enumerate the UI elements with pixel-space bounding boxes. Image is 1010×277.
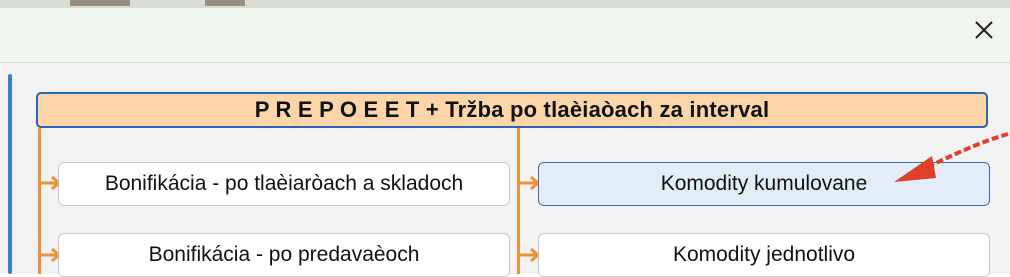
- komodity-kumulovane-label: Komodity kumulovane: [660, 172, 868, 195]
- red-arrow-icon: [894, 132, 1009, 182]
- komodity-jednotlivo-label: Komodity jednotlivo: [672, 243, 856, 266]
- report-header[interactable]: P R E P O E E T + Tržba po tlaèiaòach za…: [36, 92, 988, 128]
- report-header-label: P R E P O E E T + Tržba po tlaèiaòach za…: [254, 97, 770, 122]
- bonifikacia-tlaciarne-button[interactable]: Bonifikácia - po tlaèiaròach a skladoch: [58, 162, 510, 206]
- bonifikacia-tlaciarne-label: Bonifikácia - po tlaèiaròach a skladoch: [104, 172, 464, 195]
- bonifikacia-predavace-button[interactable]: Bonifikácia - po predavaèoch: [58, 233, 510, 277]
- bonifikacia-predavace-label: Bonifikácia - po predavaèoch: [148, 243, 420, 266]
- left-rail: [0, 63, 5, 274]
- close-icon: [975, 21, 993, 39]
- left-accent-bar: [8, 74, 12, 274]
- komodity-jednotlivo-button[interactable]: Komodity jednotlivo: [538, 233, 990, 277]
- close-button[interactable]: [966, 12, 1002, 48]
- dialog-titlebar: [0, 0, 1010, 63]
- background-strip: [0, 0, 1010, 8]
